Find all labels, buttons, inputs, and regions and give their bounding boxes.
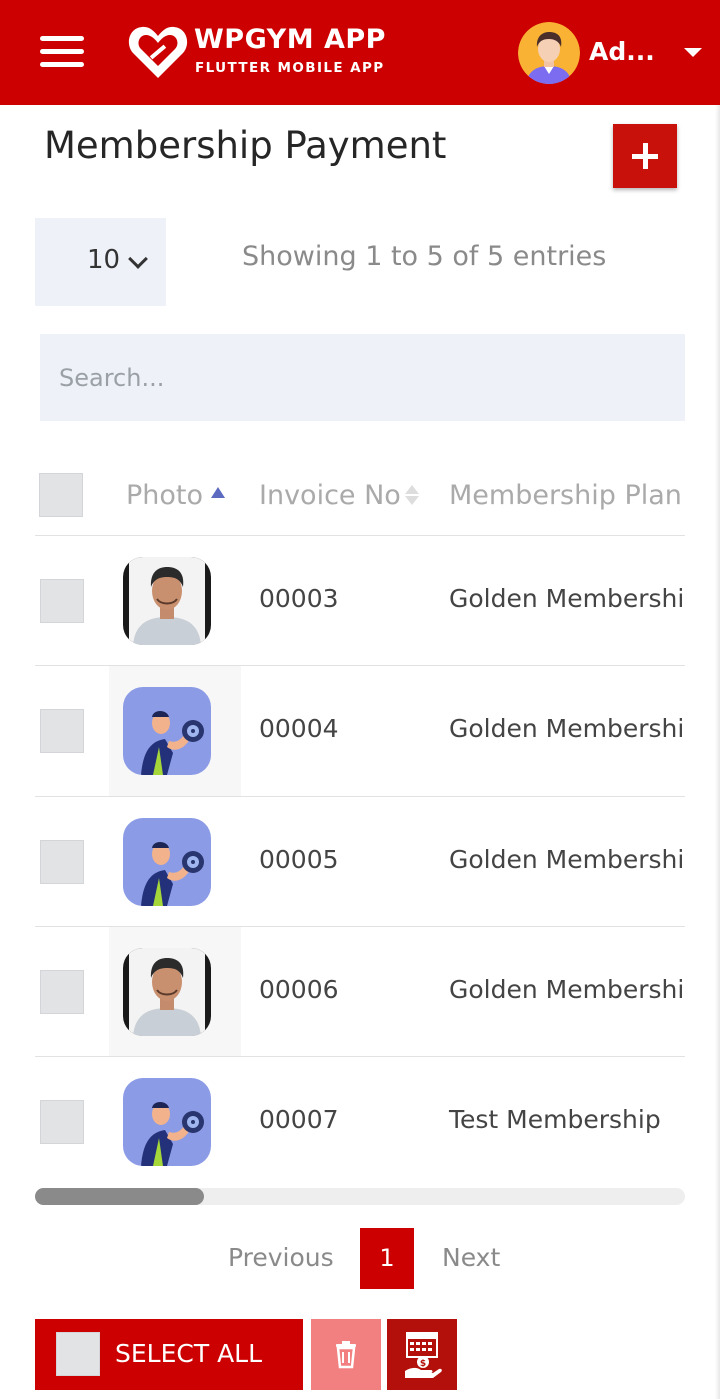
pagination-page-1[interactable]: 1 [360, 1228, 414, 1289]
select-all-button[interactable]: SELECT ALL [35, 1319, 303, 1390]
row-checkbox[interactable] [40, 579, 84, 623]
member-photo [123, 948, 211, 1036]
caret-down-icon[interactable] [684, 48, 702, 57]
page-length-value: 10 [87, 245, 121, 275]
membership-plan: Test Membership [449, 1105, 661, 1134]
table-row[interactable]: 00007 Test Membership [35, 1056, 685, 1187]
header-checkbox[interactable] [39, 473, 83, 517]
app-title: WPGYM APP [194, 24, 386, 55]
row-checkbox[interactable] [40, 840, 84, 884]
pagination-next[interactable]: Next [442, 1243, 500, 1272]
column-header-photo[interactable]: Photo [126, 456, 226, 536]
row-checkbox[interactable] [40, 1100, 84, 1144]
member-photo [123, 687, 211, 775]
app-header: WPGYM APP FLUTTER MOBILE APP Ad... [0, 0, 720, 105]
hamburger-menu-icon[interactable] [40, 34, 84, 70]
pagination-previous[interactable]: Previous [228, 1243, 334, 1272]
payment-calendar-icon: $ [405, 1332, 442, 1378]
entries-info: Showing 1 to 5 of 5 entries [242, 241, 607, 272]
trash-icon [336, 1341, 356, 1369]
user-name[interactable]: Ad... [589, 37, 655, 66]
table-row[interactable]: 00006 Golden Membership [35, 926, 685, 1057]
invoice-number: 00005 [259, 845, 339, 874]
row-checkbox[interactable] [40, 709, 84, 753]
table-row[interactable]: 00004 Golden Membership [35, 665, 685, 796]
column-header-plan[interactable]: Membership Plan [449, 456, 682, 536]
user-avatar-icon [518, 22, 580, 84]
avatar[interactable] [518, 22, 580, 84]
sort-asc-icon [211, 487, 226, 498]
member-photo [123, 1078, 211, 1166]
payments-table: Photo Invoice No Membership Plan 00003 G… [35, 456, 685, 1188]
select-all-label: SELECT ALL [115, 1339, 263, 1368]
row-checkbox[interactable] [40, 970, 84, 1014]
sort-icon [404, 483, 419, 507]
horizontal-scrollbar-thumb[interactable] [35, 1188, 204, 1205]
delete-button[interactable] [311, 1319, 381, 1390]
page-length-select[interactable]: 10 [35, 218, 166, 306]
invoice-number: 00004 [259, 714, 339, 743]
table-row[interactable]: 00005 Golden Membership [35, 796, 685, 927]
search-input[interactable] [40, 334, 685, 421]
table-row[interactable]: 00003 Golden Membership [35, 535, 685, 666]
add-payment-button[interactable] [613, 124, 677, 188]
invoice-number: 00006 [259, 975, 339, 1004]
membership-plan: Golden Membership [449, 845, 685, 874]
heart-dumbbell-logo-icon [128, 26, 188, 78]
invoice-number: 00007 [259, 1105, 339, 1134]
membership-plan: Golden Membership [449, 584, 685, 613]
payment-button[interactable]: $ [387, 1319, 457, 1390]
membership-plan: Golden Membership [449, 975, 685, 1004]
chevron-down-icon [128, 249, 148, 269]
svg-text:$: $ [420, 1359, 426, 1369]
invoice-number: 00003 [259, 584, 339, 613]
column-header-invoice[interactable]: Invoice No [259, 456, 419, 536]
select-all-checkbox[interactable] [56, 1332, 100, 1376]
member-photo [123, 818, 211, 906]
app-subtitle: FLUTTER MOBILE APP [195, 60, 385, 76]
page-title: Membership Payment [44, 124, 447, 167]
page-edge-shadow [715, 105, 720, 1399]
member-photo [123, 557, 211, 645]
membership-plan: Golden Membership [449, 714, 685, 743]
